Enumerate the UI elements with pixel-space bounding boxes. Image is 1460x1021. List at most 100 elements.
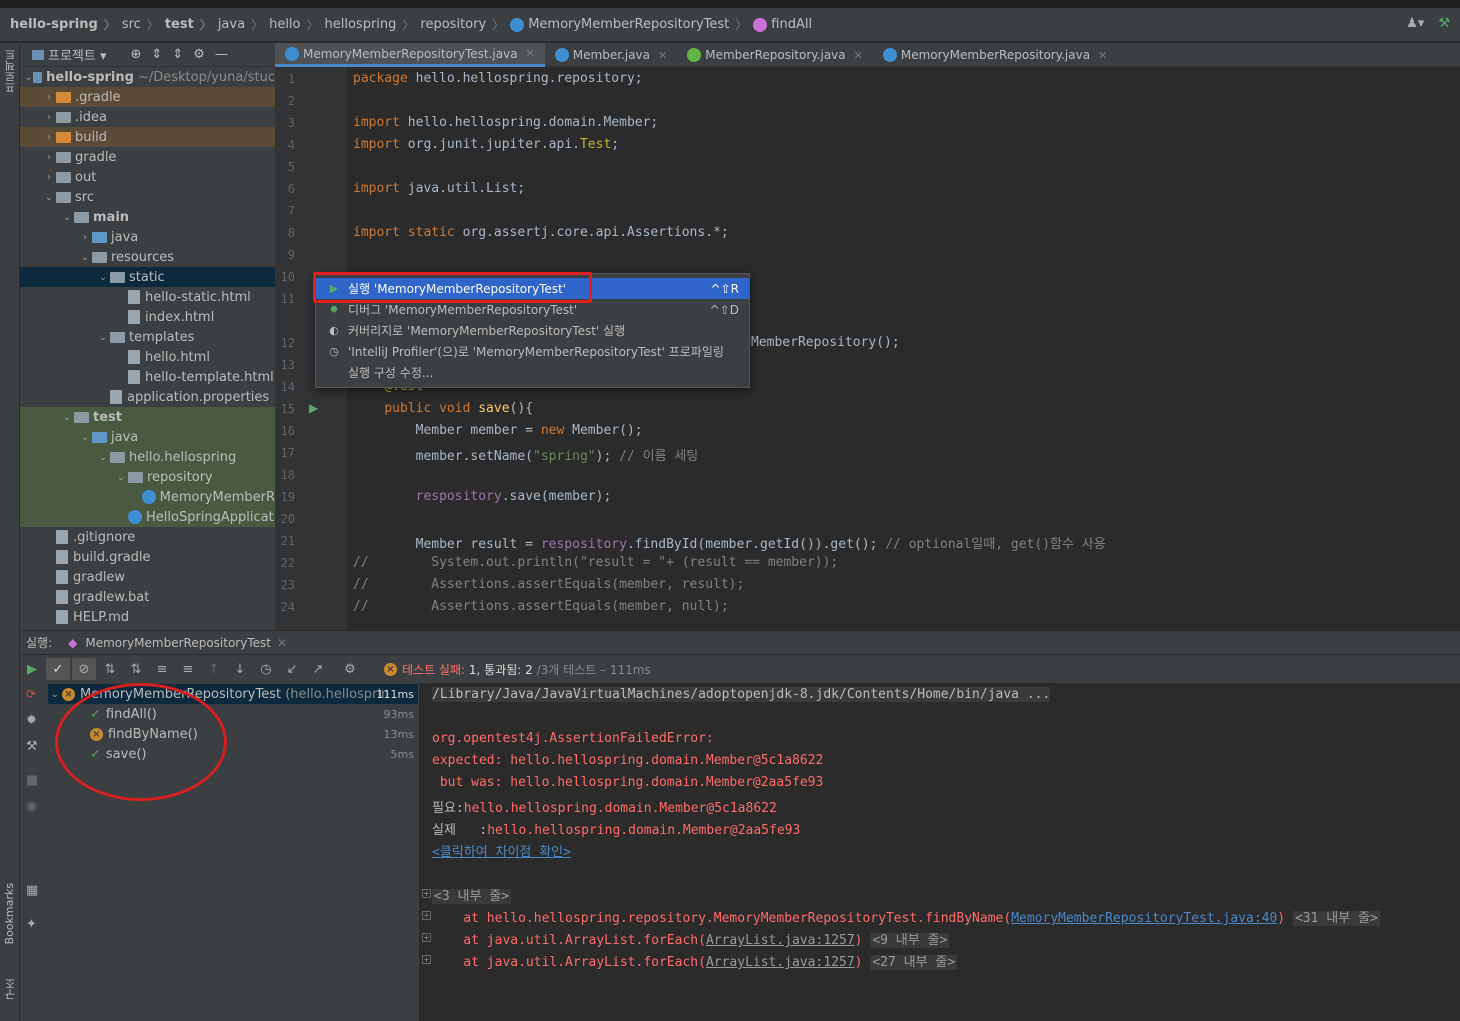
menu-item-edit-config[interactable]: 실행 구성 수정...	[316, 362, 749, 383]
run-tab[interactable]: MemoryMemberRepositoryTest	[85, 636, 271, 650]
tree-item[interactable]: hello-static.html	[20, 287, 275, 307]
tree-item[interactable]: ⌄ src	[20, 187, 275, 207]
tree-item[interactable]: ⌄ hello.hellospring	[20, 447, 275, 467]
expand-all-icon[interactable]: ≡	[150, 658, 174, 680]
code-line: // Assertions.assertEquals(member, resul…	[353, 577, 745, 592]
tree-item[interactable]: hello-template.html	[20, 367, 275, 387]
wrench-icon[interactable]: ⚒	[26, 739, 38, 754]
layout-icon[interactable]: ▦	[26, 883, 38, 898]
collapse-all-icon[interactable]: ≡	[176, 658, 200, 680]
expand-icon[interactable]: +	[422, 955, 431, 964]
tree-item[interactable]: HELP.md	[20, 607, 275, 627]
close-icon[interactable]: ✕	[1098, 49, 1107, 62]
breadcrumb-item[interactable]: repository 〉	[420, 16, 510, 33]
expand-icon[interactable]: +	[422, 911, 431, 920]
breadcrumb-item[interactable]: test 〉	[165, 16, 218, 33]
tree-item[interactable]: hello.html	[20, 347, 275, 367]
breadcrumb-item[interactable]: src 〉	[122, 16, 165, 33]
export-icon[interactable]: ↗	[306, 658, 330, 680]
gear-icon[interactable]: ⚙	[338, 658, 362, 680]
stop-icon[interactable]: ■	[26, 773, 38, 788]
tree-item[interactable]: › out	[20, 167, 275, 187]
diff-link[interactable]: <클릭하여 차이점 확인>	[432, 841, 571, 860]
bookmarks-tool-button[interactable]: Bookmarks	[3, 883, 16, 944]
expand-icon[interactable]: +	[422, 889, 431, 898]
breadcrumb-item[interactable]: hellospring 〉	[325, 16, 421, 33]
run-gutter-icon[interactable]: ▶	[309, 401, 318, 415]
tree-item[interactable]: .gitignore	[20, 527, 275, 547]
close-icon[interactable]: ✕	[277, 636, 287, 650]
gear-icon[interactable]: ⚙	[193, 47, 205, 62]
debug-icon[interactable]: ✹	[26, 713, 37, 728]
tab-memory-member-repository-test[interactable]: MemoryMemberRepositoryTest.java ✕	[275, 43, 545, 67]
console-line[interactable]: <3 내부 줄>	[432, 885, 512, 904]
sort-alpha-icon[interactable]: ⇅	[98, 658, 122, 680]
folder-icon	[92, 231, 107, 243]
tree-item[interactable]: gradlew.bat	[20, 587, 275, 607]
tree-item[interactable]: › .gradle	[20, 87, 275, 107]
breadcrumb-item[interactable]: hello 〉	[269, 16, 324, 33]
close-icon[interactable]: ✕	[526, 47, 535, 60]
tree-item[interactable]: › gradle	[20, 147, 275, 167]
menu-item-profile[interactable]: ◷ 'IntelliJ Profiler'(으)로 'MemoryMemberRe…	[316, 341, 749, 362]
tree-item[interactable]: › java	[20, 227, 275, 247]
history-icon[interactable]: ◷	[254, 658, 278, 680]
stack-link[interactable]: ArrayList.java:1257	[706, 933, 855, 948]
code-line: // System.out.println("result = "+ (resu…	[353, 555, 839, 570]
show-ignored-icon[interactable]: ⊘	[72, 658, 96, 680]
rerun-icon[interactable]: ▶	[20, 658, 44, 680]
hide-icon[interactable]: —	[215, 47, 228, 62]
code-line: Member member = new Member();	[353, 423, 643, 438]
tab-member[interactable]: Member.java ✕	[545, 43, 677, 67]
project-view-selector[interactable]: 프로젝트 ▾	[32, 45, 107, 64]
camera-icon[interactable]: ◉	[26, 799, 37, 814]
breadcrumb-item[interactable]: java 〉	[218, 16, 269, 33]
tree-item[interactable]: › .idea	[20, 107, 275, 127]
next-failed-icon[interactable]: ↓	[228, 658, 252, 680]
breadcrumb-item[interactable]: MemoryMemberRepositoryTest 〉	[510, 16, 753, 33]
tree-item[interactable]: ⌄ static	[20, 267, 275, 287]
tree-item[interactable]: HelloSpringApplicat	[20, 507, 275, 527]
tree-item[interactable]: application.properties	[20, 387, 275, 407]
prev-failed-icon[interactable]: ↑	[202, 658, 226, 680]
close-icon[interactable]: ✕	[854, 49, 863, 62]
breadcrumb-item[interactable]: hello-spring 〉	[10, 16, 122, 33]
tree-root[interactable]: ⌄ hello-spring ~/Desktop/yuna/stuc	[20, 67, 275, 87]
folder-icon	[56, 191, 71, 203]
class-icon	[554, 48, 569, 62]
console-output[interactable]: /Library/Java/JavaVirtualMachines/adopto…	[420, 683, 1460, 1021]
tree-item[interactable]: › build	[20, 127, 275, 147]
tree-item[interactable]: ⌄ resources	[20, 247, 275, 267]
structure-tool-button[interactable]: 구조	[3, 978, 19, 1000]
pin-icon[interactable]: ✦	[26, 917, 37, 932]
user-icon[interactable]: ♟▾	[1406, 16, 1424, 31]
build-hammer-icon[interactable]: ⚒	[1438, 16, 1450, 31]
tree-item[interactable]: build.gradle	[20, 547, 275, 567]
stack-link[interactable]: ArrayList.java:1257	[706, 955, 855, 970]
tree-item[interactable]: ⌄ java	[20, 427, 275, 447]
tree-item[interactable]: ⌄ test	[20, 407, 275, 427]
show-passed-icon[interactable]: ✓	[46, 658, 70, 680]
tab-memory-member-repository[interactable]: MemoryMemberRepository.java ✕	[873, 43, 1117, 67]
expand-all-icon[interactable]: ⇕	[151, 47, 162, 62]
tree-item[interactable]: ⌄ templates	[20, 327, 275, 347]
locate-icon[interactable]: ⊕	[131, 47, 142, 62]
breadcrumb-item[interactable]: findAll	[753, 17, 812, 32]
rerun-failed-icon[interactable]: ⟳	[26, 687, 36, 701]
expand-icon[interactable]: +	[422, 933, 431, 942]
tree-item[interactable]: ⌄ main	[20, 207, 275, 227]
project-tool-button[interactable]: 프로젝트	[3, 49, 19, 93]
tab-member-repository[interactable]: MemberRepository.java ✕	[677, 43, 873, 67]
close-icon[interactable]: ✕	[658, 49, 667, 62]
tree-item[interactable]: MemoryMemberR	[20, 487, 275, 507]
tree-item[interactable]: ⌄ repository	[20, 467, 275, 487]
tree-item[interactable]: index.html	[20, 307, 275, 327]
menu-item-coverage[interactable]: ◐ 커버리지로 'MemoryMemberRepositoryTest' 실행	[316, 320, 749, 341]
highlight-box	[313, 272, 592, 303]
sort-duration-icon[interactable]: ⇅	[124, 658, 148, 680]
stack-link[interactable]: MemoryMemberRepositoryTest.java:40	[1011, 911, 1277, 926]
collapse-all-icon[interactable]: ⇕	[172, 47, 183, 62]
code-line: respository.save(member);	[415, 489, 612, 504]
tree-item[interactable]: gradlew	[20, 567, 275, 587]
import-icon[interactable]: ↙	[280, 658, 304, 680]
